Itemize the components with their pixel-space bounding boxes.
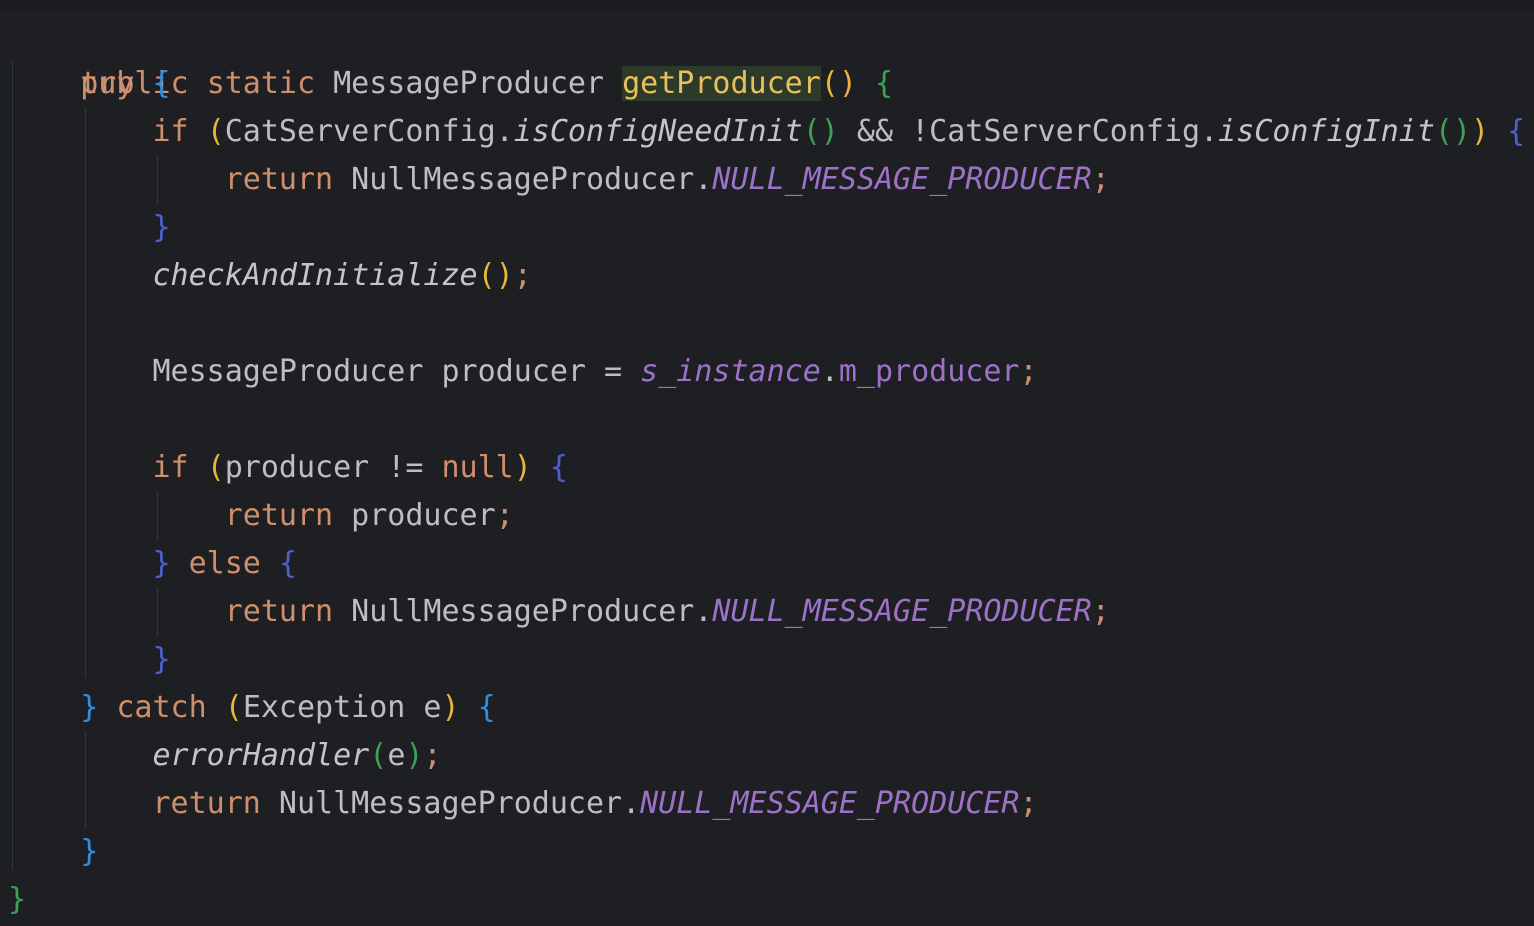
token-expression: producer != [224, 450, 442, 485]
code-line-5[interactable]: } [8, 204, 171, 252]
token-static-constant[interactable]: NULL_MESSAGE_PRODUCER [640, 786, 1019, 821]
token-keyword: if [152, 450, 189, 485]
token-paren: ( [206, 114, 225, 149]
token-paren: ) [405, 738, 424, 773]
token-class-ref: CatServerConfig. [224, 114, 514, 149]
token-paren: () [1434, 114, 1472, 149]
token-keyword: return [152, 786, 261, 821]
token-brace: } [80, 690, 99, 725]
token-brace: } [152, 546, 171, 581]
token-static-call[interactable]: checkAndInitialize [153, 258, 478, 293]
token-brace: } [8, 882, 27, 917]
token-static-call[interactable]: isConfigInit [1218, 114, 1435, 149]
token-semicolon: ; [1019, 354, 1038, 389]
code-line-3[interactable]: if (CatServerConfig.isConfigNeedInit() &… [8, 108, 1526, 156]
token-keyword: static [206, 66, 316, 101]
code-line-4[interactable]: return NullMessageProducer.NULL_MESSAGE_… [8, 156, 1110, 204]
token-semicolon: ; [513, 258, 532, 293]
code-line-16[interactable]: errorHandler(e); [8, 732, 442, 780]
token-brace: { [1507, 114, 1526, 149]
editor-top-edge [0, 0, 1534, 10]
token-paren: ) [1471, 114, 1490, 149]
token-declaration: MessageProducer producer = [152, 354, 641, 389]
token-type: MessageProducer [315, 66, 623, 101]
token-keyword: null [441, 450, 514, 485]
token-static-call[interactable]: isConfigNeedInit [514, 114, 803, 149]
code-line-17[interactable]: return NullMessageProducer.NULL_MESSAGE_… [8, 780, 1038, 828]
token-semicolon: ; [1091, 162, 1110, 197]
code-line-2[interactable]: try { [8, 60, 171, 108]
token-paren: () [820, 66, 857, 101]
token-semicolon: ; [1091, 594, 1110, 629]
token-class-ref: NullMessageProducer. [260, 786, 641, 821]
token-brace: } [152, 642, 171, 677]
token-parameter: Exception e [242, 690, 442, 725]
code-line-8[interactable]: MessageProducer producer = s_instance.m_… [8, 348, 1038, 396]
token-paren: () [477, 258, 514, 293]
code-line-14[interactable]: } [8, 636, 171, 684]
token-variable: producer [333, 498, 496, 533]
token-class-ref: NullMessageProducer. [333, 162, 713, 197]
token-dot: . [820, 354, 839, 389]
token-keyword: else [188, 546, 261, 581]
token-paren: ) [441, 690, 460, 725]
token-keyword: catch [116, 690, 207, 725]
token-semicolon: ; [495, 498, 514, 533]
token-field[interactable]: m_producer [839, 354, 1020, 389]
token-keyword: return [224, 498, 334, 533]
token-keyword: try [80, 66, 135, 101]
token-semicolon: ; [1019, 786, 1038, 821]
token-brace: { [874, 66, 894, 101]
token-method-name[interactable]: getProducer [622, 66, 821, 101]
token-semicolon: ; [423, 738, 442, 773]
token-paren: () [802, 114, 839, 149]
token-class-ref: NullMessageProducer. [333, 594, 713, 629]
code-line-10[interactable]: if (producer != null) { [8, 444, 568, 492]
token-brace: } [80, 834, 99, 869]
token-static-constant[interactable]: NULL_MESSAGE_PRODUCER [712, 594, 1091, 629]
code-line-19[interactable]: } [8, 876, 26, 924]
code-line-11[interactable]: return producer; [8, 492, 514, 540]
token-static-constant[interactable]: NULL_MESSAGE_PRODUCER [712, 162, 1091, 197]
token-keyword: return [224, 162, 334, 197]
token-brace: { [477, 690, 496, 725]
token-brace: } [152, 210, 171, 245]
token-variable: e [387, 738, 406, 773]
token-static-call[interactable]: errorHandler [153, 738, 370, 773]
token-paren: ( [224, 690, 243, 725]
token-keyword: if [152, 114, 189, 149]
token-paren: ) [513, 450, 532, 485]
token-expression: && !CatServerConfig. [838, 114, 1219, 149]
token-brace: { [278, 546, 297, 581]
code-line-13[interactable]: return NullMessageProducer.NULL_MESSAGE_… [8, 588, 1110, 636]
token-paren: ( [369, 738, 388, 773]
code-line-12[interactable]: } else { [8, 540, 298, 588]
code-line-6[interactable]: checkAndInitialize(); [8, 252, 532, 300]
code-line-1[interactable]: public static MessageProducer getProduce… [8, 12, 893, 101]
token-brace: { [152, 66, 171, 101]
token-static-field[interactable]: s_instance [640, 354, 821, 389]
code-line-18[interactable]: } [8, 828, 98, 876]
code-line-15[interactable]: } catch (Exception e) { [8, 684, 496, 732]
token-brace: { [549, 450, 568, 485]
token-paren: ( [206, 450, 225, 485]
code-editor[interactable]: public static MessageProducer getProduce… [0, 0, 1534, 926]
token-keyword: return [224, 594, 334, 629]
